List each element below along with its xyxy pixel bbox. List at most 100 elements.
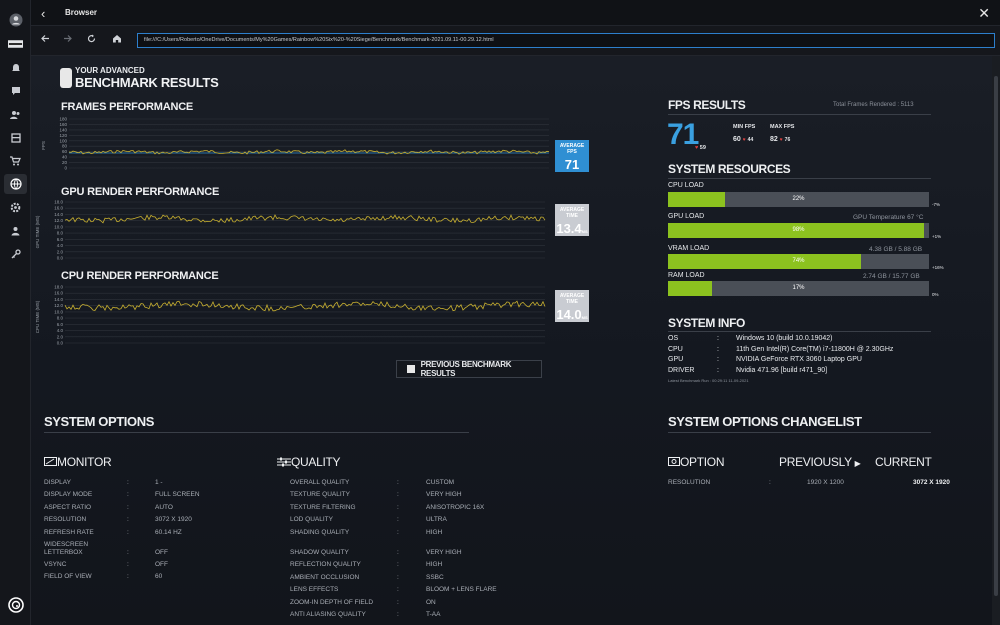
colon-separator: : xyxy=(717,356,719,363)
monitor-heading: MONITOR xyxy=(44,455,112,469)
game-thumbnail-icon[interactable] xyxy=(8,36,23,51)
system-info-value: Nvidia 471.96 [build r471_90] xyxy=(736,366,828,374)
min-fps-value: 60 xyxy=(733,136,741,143)
y-tick-label: 8.0 xyxy=(57,231,64,236)
quality-option-key: ZOOM-IN DEPTH OF FIELD xyxy=(290,598,374,606)
notifications-icon[interactable] xyxy=(8,60,23,75)
scrollbar[interactable] xyxy=(992,56,1000,625)
total-frames-rendered: Total Frames Rendered : 5113 xyxy=(833,102,914,108)
min-fps-label: MIN FPS xyxy=(733,124,756,130)
colon-separator: : xyxy=(127,479,129,486)
divider xyxy=(668,114,931,115)
option-column-label: OPTION xyxy=(680,455,725,469)
system-info-key: CPU xyxy=(668,345,683,353)
system-info-value: Windows 10 (build 10.0.19042) xyxy=(736,335,833,342)
y-tick-label: 140 xyxy=(59,127,67,132)
quality-heading: QUALITY xyxy=(277,455,341,469)
address-bar-input[interactable]: file:///C:/Users/Roberto/OneDrive/Docume… xyxy=(137,33,995,48)
scrollbar-thumb[interactable] xyxy=(994,76,998,596)
colon-separator: : xyxy=(717,335,719,342)
home-icon[interactable] xyxy=(112,34,122,46)
cpu-average-time-tile: AVERAGE TIME 14.0MS xyxy=(555,290,589,322)
nav-forward-icon[interactable] xyxy=(63,34,72,46)
ram-usage: 2.74 GB / 15.77 GB xyxy=(863,273,920,280)
y-tick-label: 160 xyxy=(59,122,67,127)
ram-load-percent: 17% xyxy=(792,285,805,291)
colon-separator: : xyxy=(397,598,399,606)
gpu-average-time-value: 13.4 xyxy=(556,221,582,236)
quality-option-key: LENS EFFECTS xyxy=(290,586,339,594)
y-tick-label: 60 xyxy=(62,149,68,154)
divider xyxy=(668,178,931,179)
monitor-option-key: DISPLAY MODE xyxy=(44,491,93,499)
monitor-icon xyxy=(44,457,57,466)
store-icon[interactable] xyxy=(8,153,23,168)
frames-performance-chart: FPS 180160140120100806040200 xyxy=(41,117,550,171)
changelist-option: RESOLUTION xyxy=(668,479,711,486)
y-tick-label: 14.0 xyxy=(54,297,63,302)
average-fps-value: 71 xyxy=(564,157,580,172)
quality-option-key: OVERALL QUALITY xyxy=(290,479,350,486)
ubisoft-logo-icon[interactable] xyxy=(7,596,24,613)
close-icon[interactable]: ✕ xyxy=(978,5,990,22)
colon-separator: : xyxy=(769,479,771,486)
previous-benchmark-results-button[interactable]: PREVIOUS BENCHMARK RESULTS xyxy=(396,360,542,378)
library-icon[interactable] xyxy=(8,130,23,145)
gpu-render-chart: GPU TIME (MS) 18.016.014.012.010.0 8.06.04… xyxy=(35,200,546,261)
changelist-title: SYSTEM OPTIONS CHANGELIST xyxy=(668,414,862,429)
y-tick-label: 80 xyxy=(62,144,68,149)
back-arrow-icon[interactable]: ‹ xyxy=(41,6,45,21)
friends-icon[interactable] xyxy=(8,107,23,122)
system-info-key: GPU xyxy=(668,356,684,363)
cpu-load-percent: 22% xyxy=(792,196,805,202)
colon-separator: : xyxy=(397,491,399,499)
settings-gear-icon[interactable] xyxy=(8,200,23,215)
profile-icon[interactable] xyxy=(8,12,23,27)
colon-separator: : xyxy=(397,516,399,524)
monitor-option-key: ASPECT RATIO xyxy=(44,503,92,511)
quality-option-key: AMBIENT OCCLUSION xyxy=(290,573,360,581)
y-tick-label: 4.0 xyxy=(57,328,64,333)
quality-option-key: ANTI ALIASING QUALITY xyxy=(290,611,366,618)
monitor-option-value: 60.14 HZ xyxy=(155,528,182,536)
quality-option-value: SSBC xyxy=(426,573,444,581)
key-icon[interactable] xyxy=(8,246,23,261)
cpu-time-unit: MS xyxy=(581,315,588,320)
y-tick-label: 0.0 xyxy=(57,341,64,346)
gpu-average-time-label: AVERAGE TIME xyxy=(559,207,585,219)
y-tick-label: 18.0 xyxy=(54,285,63,290)
nav-back-icon[interactable] xyxy=(41,34,50,46)
refresh-icon[interactable] xyxy=(87,34,96,46)
cpu-load-label: CPU LOAD xyxy=(668,182,704,189)
system-info-title: SYSTEM INFO xyxy=(668,316,745,330)
sliders-icon xyxy=(277,457,291,467)
performance-trace-line xyxy=(64,214,546,224)
ram-load-delta: 0% xyxy=(932,292,939,297)
option-icon xyxy=(668,457,680,466)
colon-separator: : xyxy=(397,561,399,569)
cpu-render-chart: CPU TIME (MS) 18.016.014.012.010.0 8.06.04… xyxy=(35,285,546,346)
y-axis-label: CPU TIME (MS) xyxy=(35,300,40,333)
title-bar: ‹ Browser ✕ xyxy=(31,0,1000,26)
ram-load-label: RAM LOAD xyxy=(668,272,705,279)
colon-separator: : xyxy=(717,345,719,353)
fps-average-value: 71 xyxy=(667,118,699,151)
chat-icon[interactable] xyxy=(8,83,23,98)
colon-separator: : xyxy=(127,573,129,581)
monitor-option-value: OFF xyxy=(155,549,168,556)
gpu-average-time-tile: AVERAGE TIME 13.4MS xyxy=(555,204,589,236)
previously-column-heading: PREVIOUSLY ▶ xyxy=(779,455,861,469)
y-tick-label: 16.0 xyxy=(54,206,63,211)
y-axis-label: FPS xyxy=(41,141,46,150)
cpu-load-delta: -7% xyxy=(932,202,941,207)
browser-globe-icon[interactable] xyxy=(8,176,23,191)
current-column-heading: CURRENT xyxy=(875,455,932,469)
y-tick-label: 0 xyxy=(64,166,67,171)
account-icon[interactable] xyxy=(8,223,23,238)
y-tick-label: 14.0 xyxy=(54,212,63,217)
average-fps-tile: AVERAGE FPS 71 xyxy=(555,140,589,172)
y-tick-label: 12.0 xyxy=(54,218,63,223)
system-info-key: DRIVER xyxy=(668,366,695,374)
divider xyxy=(668,432,931,433)
app-window: ‹ Browser ✕ file:///C:/Users/Roberto/One… xyxy=(0,0,1000,625)
